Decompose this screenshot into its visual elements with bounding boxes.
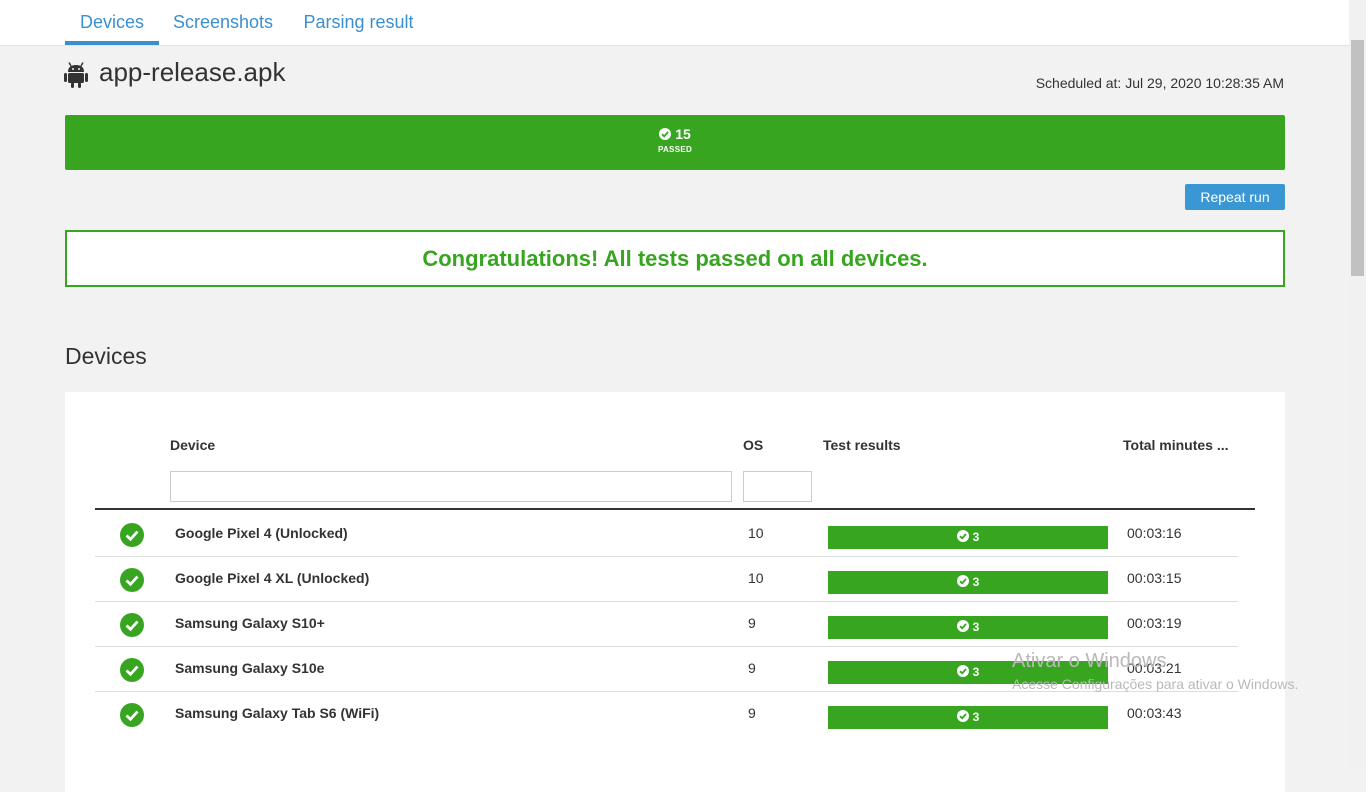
check-circle-icon [120,703,144,727]
device-name[interactable]: Samsung Galaxy Tab S6 (WiFi) [175,705,379,721]
check-circle-icon [120,568,144,592]
page-scrollbar[interactable] [1349,0,1366,768]
table-header-divider [95,508,1255,510]
table-row[interactable]: Samsung Galaxy S10+ 9 3 00:03:19 [95,601,1238,647]
check-circle-icon [956,665,969,677]
os-filter-input[interactable] [743,471,812,502]
android-icon [64,62,88,88]
table-row[interactable]: Google Pixel 4 (Unlocked) 10 3 00:03:16 [95,511,1238,557]
device-filter-input[interactable] [170,471,732,502]
device-name[interactable]: Samsung Galaxy S10+ [175,615,325,631]
device-name[interactable]: Google Pixel 4 (Unlocked) [175,525,348,541]
scrollbar-thumb[interactable] [1351,40,1364,276]
total-minutes: 00:03:19 [1127,615,1182,631]
test-result-bar[interactable]: 3 [828,661,1108,684]
passed-tests-count: 3 [972,575,980,589]
tab-parsing-result[interactable]: Parsing result [296,0,421,45]
devices-section-title: Devices [65,343,147,369]
table-row[interactable]: Samsung Galaxy S10e 9 3 00:03:21 [95,646,1238,692]
check-circle-icon [956,620,969,632]
check-circle-icon [120,613,144,637]
test-result-bar[interactable]: 3 [828,526,1108,549]
os-version: 9 [748,615,756,631]
success-banner: Congratulations! All tests passed on all… [65,230,1285,287]
passed-count: 15 [65,126,1285,142]
test-result-bar[interactable]: 3 [828,616,1108,639]
column-header-device[interactable]: Device [170,437,215,453]
passed-tests-count: 3 [972,710,980,724]
passed-count-value: 15 [675,126,691,142]
check-circle-icon [956,530,969,542]
column-header-test-results[interactable]: Test results [823,437,901,453]
tab-screenshots[interactable]: Screenshots [166,0,280,45]
top-tab-bar: Devices Screenshots Parsing result [0,0,1349,46]
passed-tests-count: 3 [972,665,980,679]
app-title: app-release.apk [99,57,286,87]
column-header-total-minutes[interactable]: Total minutes ... [1123,437,1229,453]
passed-label: PASSED [657,145,693,154]
passed-tests-count: 3 [972,530,980,544]
total-minutes: 00:03:15 [1127,570,1182,586]
test-result-bar[interactable]: 3 [828,706,1108,729]
check-circle-icon [120,523,144,547]
column-header-os[interactable]: OS [743,437,763,453]
os-version: 9 [748,660,756,676]
table-row[interactable]: Google Pixel 4 XL (Unlocked) 10 3 00:03:… [95,556,1238,602]
passed-tests-count: 3 [972,620,980,634]
total-minutes: 00:03:16 [1127,525,1182,541]
check-circle-icon [659,128,672,140]
check-circle-icon [956,710,969,722]
os-version: 9 [748,705,756,721]
passed-summary-bar[interactable]: 15 PASSED [65,115,1285,170]
test-result-bar[interactable]: 3 [828,571,1108,594]
check-circle-icon [120,658,144,682]
os-version: 10 [748,525,764,541]
check-circle-icon [956,575,969,587]
tab-devices[interactable]: Devices [65,0,159,45]
scheduled-at: Scheduled at: Jul 29, 2020 10:28:35 AM [1035,75,1284,91]
total-minutes: 00:03:43 [1127,705,1182,721]
os-version: 10 [748,570,764,586]
device-name[interactable]: Google Pixel 4 XL (Unlocked) [175,570,369,586]
total-minutes: 00:03:21 [1127,660,1182,676]
repeat-run-button[interactable]: Repeat run [1185,184,1285,210]
device-name[interactable]: Samsung Galaxy S10e [175,660,324,676]
table-row[interactable]: Samsung Galaxy Tab S6 (WiFi) 9 3 00:03:4… [95,691,1238,736]
